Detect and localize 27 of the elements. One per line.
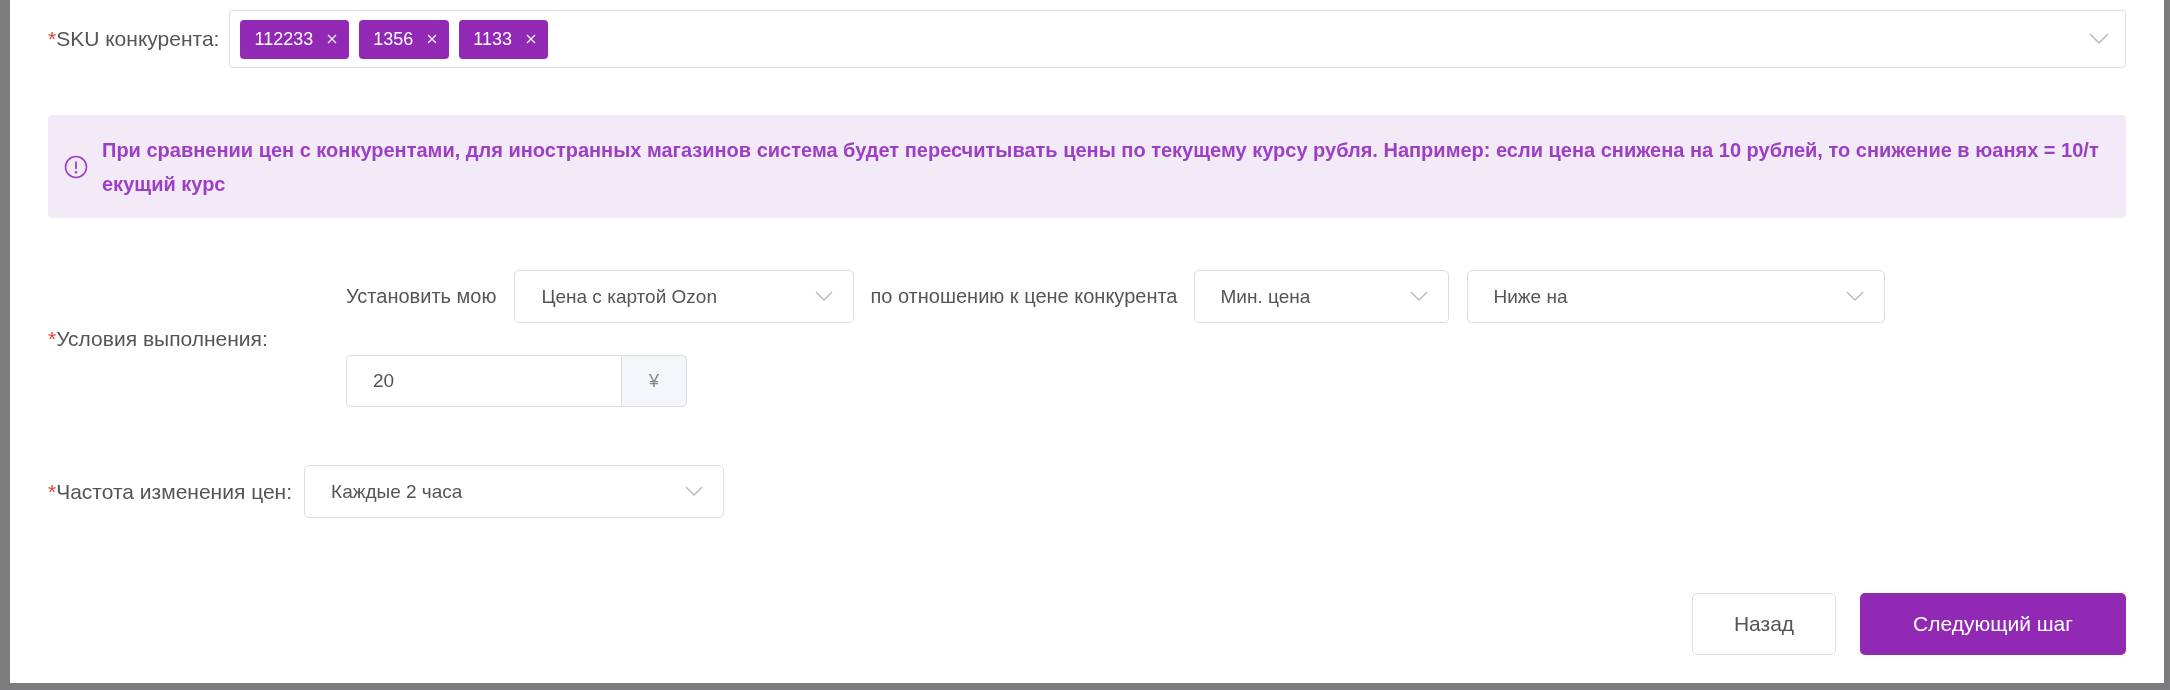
competitor-price-select[interactable]: Мин. цена — [1193, 270, 1449, 323]
conditions-label: *Условия выполнения: — [48, 326, 269, 351]
alert-text: При сравнении цен с конкурентами, для иностранных магазинов система будет пересчитывать цены по текущему курсу рубля. Например: если цена снижена на 10 рублей, то снижение в юанях = 10/текущий курс — [102, 137, 2100, 197]
chevron-down-icon — [1845, 291, 1864, 302]
chevron-down-icon — [815, 291, 834, 302]
sku-select[interactable]: 112233 1356 1133 — [229, 10, 2126, 68]
info-icon — [64, 154, 88, 179]
chevron-down-icon — [685, 486, 704, 497]
frequency-select[interactable]: Каждые 2 часа — [304, 465, 725, 518]
sku-tag[interactable]: 1133 — [459, 19, 548, 59]
sku-tag[interactable]: 112233 — [240, 19, 350, 59]
price-type-select[interactable]: Цена с картой Ozon — [514, 270, 855, 323]
close-icon[interactable] — [525, 34, 536, 44]
sku-label: *SKU конкурента: — [48, 27, 220, 51]
chevron-down-icon — [1409, 291, 1428, 302]
close-icon[interactable] — [327, 34, 338, 44]
chevron-down-icon — [2089, 33, 2109, 45]
relation-text: по отношению к цене конкурента — [870, 285, 1178, 308]
currency-addon: ¥ — [621, 355, 687, 407]
frequency-label: *Частота изменения цен: — [48, 479, 293, 504]
amount-input[interactable]: 20 — [346, 355, 621, 407]
back-button[interactable]: Назад — [1692, 593, 1836, 655]
sku-tag[interactable]: 1356 — [359, 19, 450, 59]
close-icon[interactable] — [427, 34, 438, 44]
direction-select[interactable]: Ниже на — [1466, 270, 1885, 323]
next-button[interactable]: Следующий шаг — [1860, 593, 2126, 655]
prefix-text: Установить мою — [346, 285, 497, 308]
